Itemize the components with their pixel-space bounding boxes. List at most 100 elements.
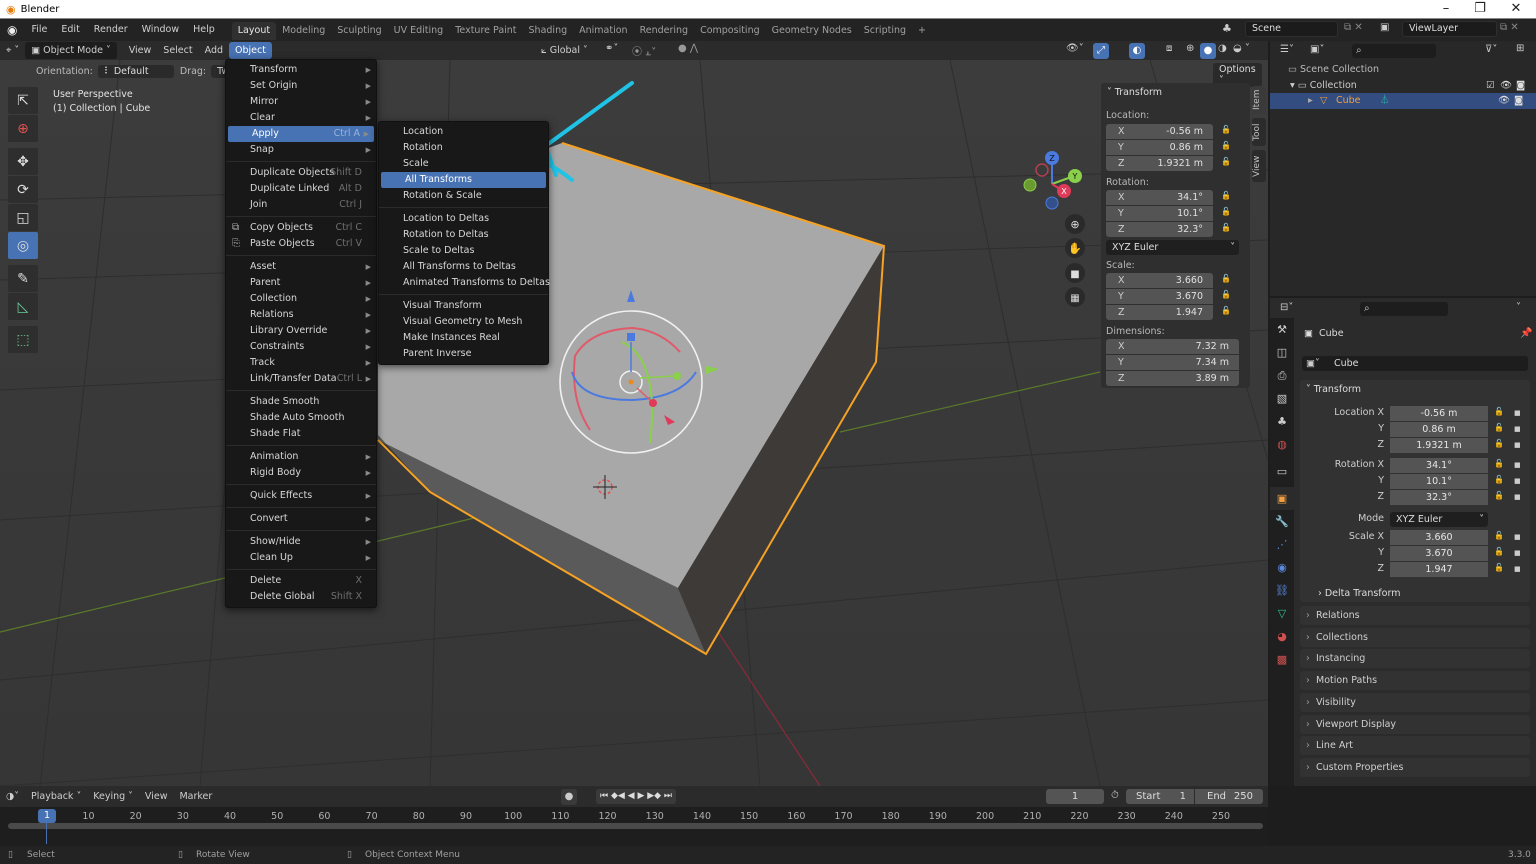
- view-layer-tab-icon[interactable]: ▧: [1270, 387, 1294, 410]
- apply-menu-item-animated-transforms-to-deltas[interactable]: Animated Transforms to Deltas: [379, 275, 550, 291]
- apply-menu-item-location[interactable]: Location: [379, 124, 548, 140]
- menu-edit[interactable]: Edit: [54, 19, 86, 41]
- rotate-tool-button[interactable]: ⟳: [8, 176, 38, 203]
- close-button[interactable]: ✕: [1498, 0, 1534, 19]
- menu-file[interactable]: File: [24, 19, 54, 41]
- add-workspace-button[interactable]: +: [912, 22, 932, 40]
- object-menu-item-mirror[interactable]: Mirror ▶: [226, 94, 376, 110]
- object-menu-item-delete[interactable]: Delete X: [226, 573, 376, 589]
- stopwatch-icon[interactable]: ⏱: [1111, 790, 1119, 801]
- marker-menu[interactable]: Marker: [173, 791, 218, 802]
- properties-editor-type-icon[interactable]: ⊟˅: [1280, 302, 1293, 313]
- menu-select[interactable]: Select: [157, 42, 198, 59]
- delta-transform-subpanel[interactable]: › Delta Transform: [1318, 588, 1400, 599]
- data-tab-icon[interactable]: ▽: [1270, 602, 1294, 625]
- lock-icon[interactable]: 🔓: [1494, 531, 1504, 540]
- pivot-point-icon[interactable]: ⚭˅: [605, 43, 618, 54]
- timeline-scrollbar[interactable]: [8, 823, 1263, 829]
- apply-menu-item-rotation-to-deltas[interactable]: Rotation to Deltas: [379, 227, 548, 243]
- sidebar-tab-item[interactable]: Item: [1252, 86, 1266, 114]
- snap-toggle-icon[interactable]: ⦿ ⫠˅: [632, 43, 656, 58]
- rotation-y-field[interactable]: Y 10.1°: [1106, 206, 1213, 221]
- panel-collections[interactable]: Collections: [1300, 627, 1530, 647]
- scale-y-input[interactable]: 3.670: [1390, 546, 1488, 561]
- dimensions-x-field[interactable]: X 7.32 m: [1106, 339, 1239, 354]
- playback-controls[interactable]: ⏮ ◆◀ ◀ ▶ ▶◆ ⏭: [596, 789, 677, 804]
- eye-icon[interactable]: 👁: [1500, 80, 1512, 91]
- playback-menu[interactable]: Playback ˅: [25, 791, 87, 802]
- end-frame-field[interactable]: End 250: [1195, 789, 1263, 804]
- keying-menu[interactable]: Keying ˅: [87, 791, 139, 802]
- texture-tab-icon[interactable]: ▩: [1270, 648, 1294, 671]
- object-menu-item-join[interactable]: Join Ctrl J: [226, 197, 376, 213]
- dimensions-y-field[interactable]: Y 7.34 m: [1106, 355, 1239, 370]
- rotation-mode-dropdown[interactable]: XYZ Euler ˅: [1106, 240, 1239, 255]
- lock-icon[interactable]: 🔓: [1494, 407, 1504, 416]
- object-menu-item-shade-auto-smooth[interactable]: Shade Auto Smooth: [226, 410, 376, 426]
- 3d-viewport[interactable]: Z Y X ⊕ ✋ ■ ▦: [0, 60, 1268, 786]
- rotation-z-input[interactable]: 32.3°: [1390, 490, 1488, 505]
- lock-icon[interactable]: 🔓: [1221, 157, 1231, 166]
- rotation-x-input[interactable]: 34.1°: [1390, 458, 1488, 473]
- menu-view[interactable]: View: [123, 42, 158, 59]
- properties-search-input[interactable]: ⌕: [1360, 302, 1448, 316]
- apply-menu-item-visual-transform[interactable]: Visual Transform: [379, 298, 548, 314]
- object-menu-item-paste-objects[interactable]: ⎘ Paste Objects Ctrl V: [226, 236, 376, 252]
- object-menu-item-relations[interactable]: Relations ▶: [226, 307, 376, 323]
- rotation-mode-select[interactable]: XYZ Euler ˅: [1390, 512, 1488, 527]
- rotation-z-field[interactable]: Z 32.3°: [1106, 222, 1213, 237]
- object-menu-item-rigid-body[interactable]: Rigid Body ▶: [226, 465, 376, 481]
- keyframe-dot-icon[interactable]: ■: [1514, 477, 1521, 485]
- tab-shading[interactable]: Shading: [523, 22, 574, 40]
- object-menu-item-shade-flat[interactable]: Shade Flat: [226, 426, 376, 442]
- chevron-down-icon[interactable]: ˅: [1516, 302, 1521, 313]
- lock-icon[interactable]: 🔓: [1221, 223, 1231, 232]
- scene-tab-icon[interactable]: ♣: [1270, 410, 1294, 433]
- keyframe-dot-icon[interactable]: ■: [1514, 565, 1521, 573]
- scale-x-input[interactable]: 3.660: [1390, 530, 1488, 545]
- tab-uv-editing[interactable]: UV Editing: [388, 22, 450, 40]
- keyframe-dot-icon[interactable]: ■: [1514, 493, 1521, 501]
- location-y-field[interactable]: Y 0.86 m: [1106, 140, 1213, 155]
- apply-menu-item-make-instances-real[interactable]: Make Instances Real: [379, 330, 548, 346]
- new-scene-icon[interactable]: ⧉ ✕: [1344, 22, 1363, 33]
- outliner-display-mode-icon[interactable]: ☰˅: [1280, 44, 1294, 55]
- material-tab-icon[interactable]: ◕: [1270, 625, 1294, 648]
- object-menu-item-set-origin[interactable]: Set Origin ▶: [226, 78, 376, 94]
- dimensions-z-field[interactable]: Z 3.89 m: [1106, 371, 1239, 386]
- object-menu-item-apply[interactable]: Apply Ctrl A ▶: [228, 126, 374, 142]
- location-x-input[interactable]: -0.56 m: [1390, 406, 1488, 421]
- object-menu-item-asset[interactable]: Asset ▶: [226, 259, 376, 275]
- pin-icon[interactable]: 📌: [1520, 328, 1532, 339]
- annotate-tool-button[interactable]: ✎: [8, 265, 38, 292]
- lock-icon[interactable]: 🔓: [1221, 207, 1231, 216]
- camera-icon[interactable]: ◙: [1514, 93, 1523, 109]
- panel-instancing[interactable]: Instancing: [1300, 649, 1530, 669]
- scene-icon[interactable]: ♣: [1222, 22, 1232, 35]
- sidebar-tab-tool[interactable]: Tool: [1252, 118, 1266, 146]
- lock-icon[interactable]: 🔓: [1221, 290, 1231, 299]
- transform-orientation-dropdown[interactable]: ⟀ Global ˅: [535, 42, 594, 59]
- apply-menu-item-visual-geometry-to-mesh[interactable]: Visual Geometry to Mesh: [379, 314, 548, 330]
- rendered-shading-icon[interactable]: ◒ ˅: [1233, 43, 1250, 54]
- proportional-edit-icon[interactable]: ● ⋀: [678, 43, 698, 54]
- solid-shading-icon[interactable]: ●: [1200, 43, 1216, 59]
- transform-tool-button[interactable]: ◎: [8, 232, 38, 259]
- panel-relations[interactable]: Relations: [1300, 606, 1530, 625]
- add-cube-tool-button[interactable]: ⬚: [8, 326, 38, 353]
- lock-icon[interactable]: 🔓: [1221, 306, 1231, 315]
- object-menu-item-animation[interactable]: Animation ▶: [226, 449, 376, 465]
- outliner-scene-collection[interactable]: ▭ Scene Collection: [1288, 64, 1379, 75]
- measure-tool-button[interactable]: ◺: [8, 293, 38, 320]
- overlays-toggle-icon[interactable]: ◐: [1129, 43, 1145, 59]
- lock-icon[interactable]: 🔓: [1221, 141, 1231, 150]
- menu-object[interactable]: Object: [229, 42, 272, 59]
- material-shading-icon[interactable]: ◑: [1218, 43, 1227, 54]
- keyframe-dot-icon[interactable]: ■: [1514, 549, 1521, 557]
- lock-icon[interactable]: 🔓: [1494, 439, 1504, 448]
- location-z-input[interactable]: 1.9321 m: [1390, 438, 1488, 453]
- mode-selector[interactable]: ▣ Object Mode ˅: [25, 42, 117, 59]
- keyframe-dot-icon[interactable]: ■: [1514, 461, 1521, 469]
- new-view-layer-icon[interactable]: ⧉ ✕: [1500, 22, 1519, 33]
- tab-texture-paint[interactable]: Texture Paint: [449, 22, 522, 40]
